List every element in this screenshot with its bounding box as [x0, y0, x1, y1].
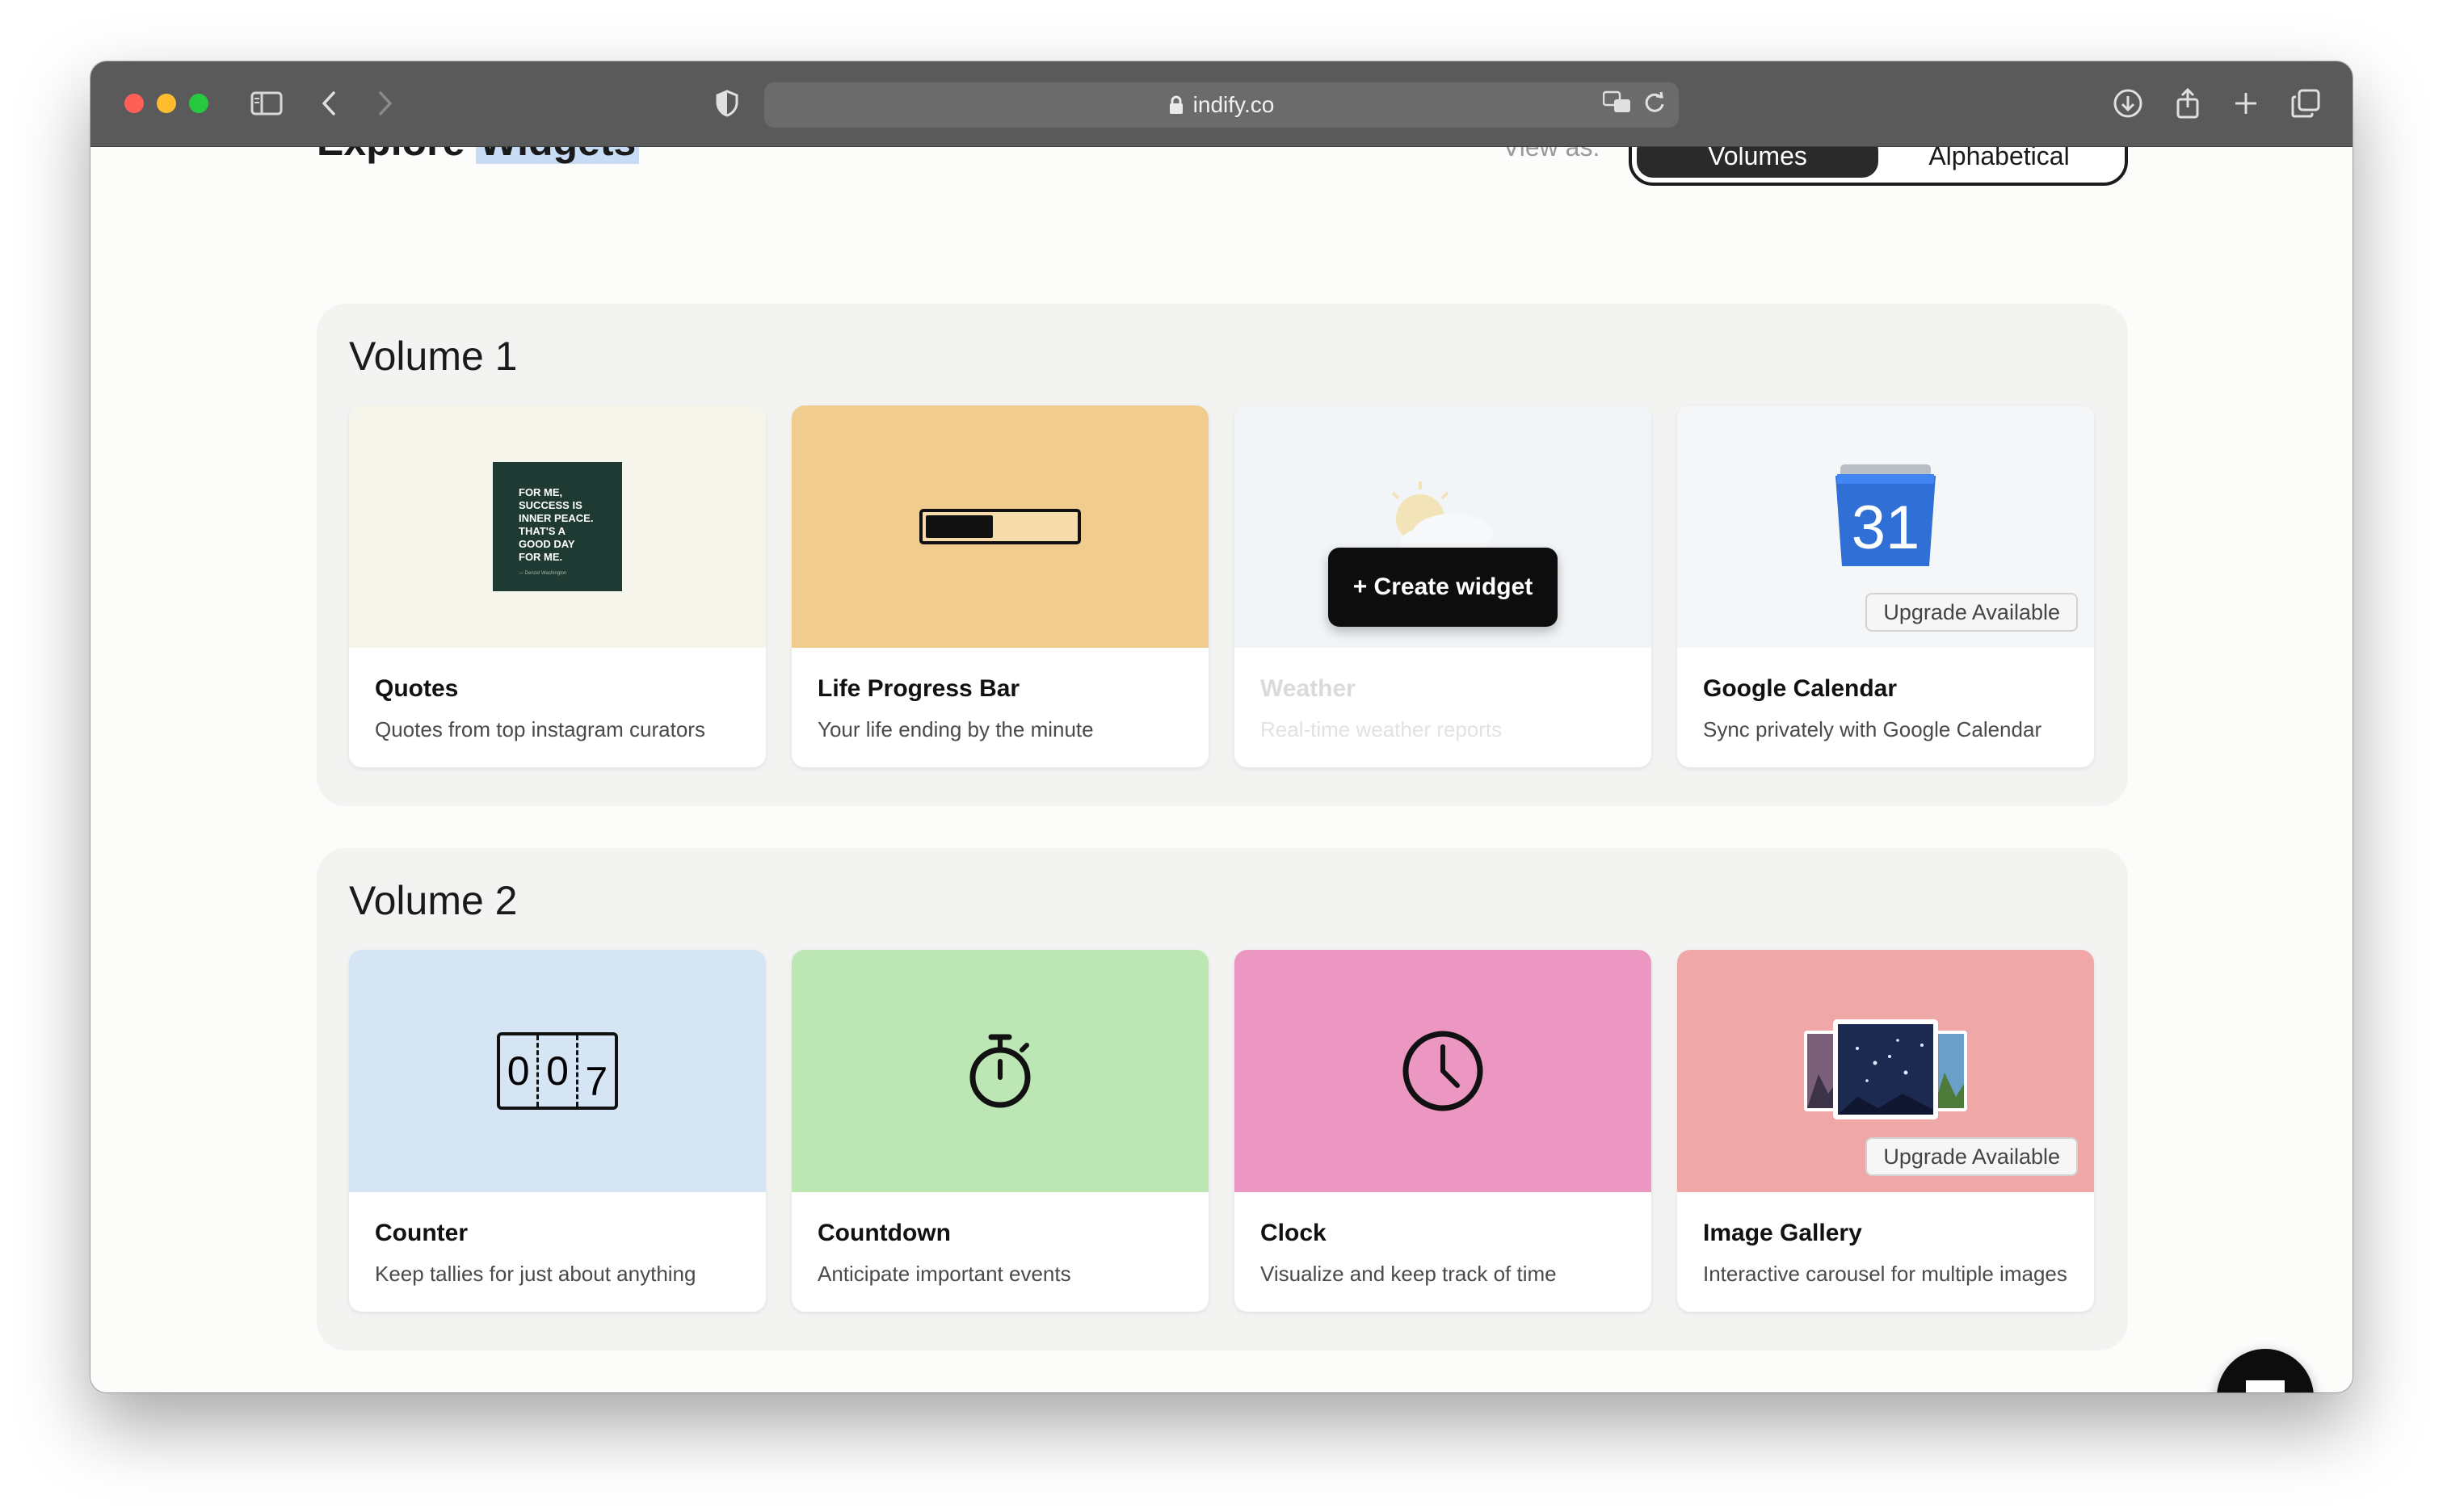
quote-preview: FOR ME, SUCCESS IS INNER PEACE. THAT'S A… — [493, 462, 622, 591]
widget-card-quotes[interactable]: FOR ME, SUCCESS IS INNER PEACE. THAT'S A… — [349, 405, 766, 767]
browser-toolbar: indify.co — [90, 61, 2353, 147]
volume-section: Volume 2 0 0 7 Counter Keep tallies for … — [317, 848, 2128, 1350]
volume-title: Volume 1 — [349, 334, 518, 379]
card-title: Life Progress Bar — [818, 675, 1020, 702]
widget-card-google-calendar[interactable]: 31 Upgrade Available Google Calendar Syn… — [1677, 405, 2094, 767]
address-bar[interactable]: indify.co — [764, 82, 1679, 128]
card-description: Interactive carousel for multiple images — [1703, 1262, 2067, 1286]
widget-card-weather[interactable]: + Create widget Weather Real-time weathe… — [1234, 405, 1651, 767]
upgrade-available-badge[interactable]: Upgrade Available — [1865, 1137, 2078, 1176]
card-preview: 31 Upgrade Available — [1677, 405, 2094, 648]
chat-icon — [2246, 1380, 2285, 1392]
sidebar-toggle-icon[interactable] — [249, 86, 284, 121]
card-title: Google Calendar — [1703, 675, 1898, 702]
card-description: Anticipate important events — [818, 1262, 1071, 1286]
card-preview: Upgrade Available — [1677, 950, 2094, 1192]
widget-card-countdown[interactable]: Countdown Anticipate important events — [792, 950, 1209, 1312]
stopwatch-icon — [969, 1034, 1031, 1108]
card-title: Weather — [1260, 675, 1356, 702]
create-widget-button[interactable]: + Create widget — [1328, 548, 1558, 627]
card-description: Real-time weather reports — [1260, 717, 1503, 741]
card-title: Image Gallery — [1703, 1220, 1862, 1246]
widget-card-clock[interactable]: Clock Visualize and keep track of time — [1234, 950, 1651, 1312]
privacy-shield-icon[interactable] — [713, 86, 742, 121]
forward-icon[interactable] — [373, 86, 397, 121]
reload-icon[interactable] — [1643, 91, 1666, 120]
image-gallery-icon — [1804, 1019, 1967, 1119]
card-preview — [792, 405, 1209, 648]
card-preview — [1234, 950, 1651, 1192]
minimize-window-button[interactable] — [157, 94, 176, 113]
browser-window: indify.co Explore Widgets — [90, 61, 2353, 1392]
card-description: Keep tallies for just about anything — [375, 1262, 696, 1286]
volume-title: Volume 2 — [349, 878, 518, 923]
upgrade-available-badge[interactable]: Upgrade Available — [1865, 593, 2078, 632]
card-title: Clock — [1260, 1220, 1327, 1246]
widget-card-life-progress-bar[interactable]: Life Progress Bar Your life ending by th… — [792, 405, 1209, 767]
card-preview: 0 0 7 — [349, 950, 766, 1192]
svg-text:31: 31 — [1852, 494, 1920, 562]
card-title: Countdown — [818, 1220, 951, 1246]
card-title: Counter — [375, 1220, 468, 1246]
back-icon[interactable] — [317, 86, 341, 121]
clock-icon — [1402, 1031, 1483, 1111]
counter-icon: 0 0 7 — [497, 1032, 618, 1110]
widget-card-image-gallery[interactable]: Upgrade Available Image Gallery Interact… — [1677, 950, 2094, 1312]
translate-icon[interactable] — [1602, 90, 1632, 120]
progress-bar-icon — [919, 509, 1081, 544]
card-description: Visualize and keep track of time — [1260, 1262, 1557, 1286]
close-window-button[interactable] — [124, 94, 144, 113]
downloads-icon[interactable] — [2112, 86, 2144, 121]
card-title: Quotes — [375, 675, 459, 702]
volume-section: Volume 1 FOR ME, SUCCESS IS INNER PEACE.… — [317, 304, 2128, 806]
lock-icon — [1169, 95, 1183, 114]
zoom-window-button[interactable] — [189, 94, 208, 113]
url-text: indify.co — [1192, 92, 1275, 117]
card-description: Sync privately with Google Calendar — [1703, 717, 2042, 741]
card-description: Your life ending by the minute — [818, 717, 1094, 741]
card-preview: + Create widget — [1234, 405, 1651, 648]
widget-card-counter[interactable]: 0 0 7 Counter Keep tallies for just abou… — [349, 950, 766, 1312]
new-tab-icon[interactable] — [2231, 86, 2260, 121]
card-preview: FOR ME, SUCCESS IS INNER PEACE. THAT'S A… — [349, 405, 766, 648]
tab-overview-icon[interactable] — [2290, 86, 2322, 121]
page-content: Explore Widgets View as: Volumes Alphabe… — [90, 115, 2353, 1392]
card-preview — [792, 950, 1209, 1192]
google-calendar-icon: 31 — [1835, 464, 1936, 566]
chat-support-button[interactable] — [2217, 1349, 2314, 1392]
card-description: Quotes from top instagram curators — [375, 717, 705, 741]
share-icon[interactable] — [2173, 86, 2202, 121]
